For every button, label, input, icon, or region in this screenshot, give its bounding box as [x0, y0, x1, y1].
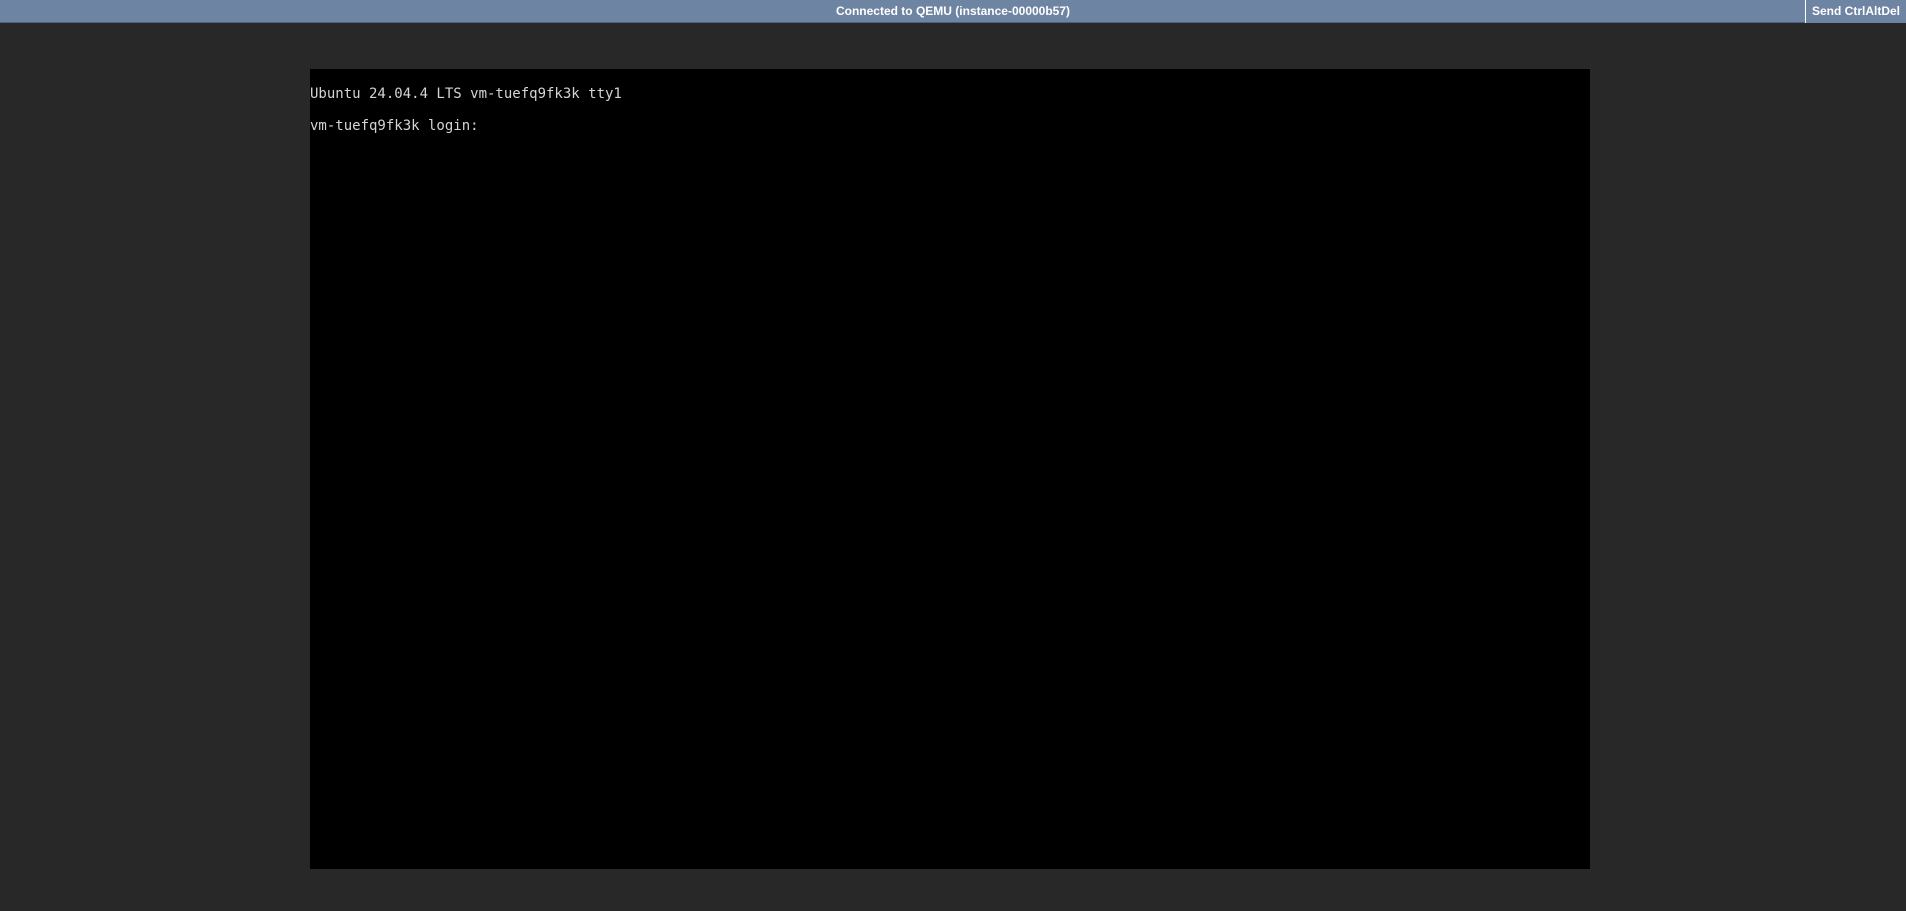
vm-console-screen[interactable]: Ubuntu 24.04.4 LTS vm-tuefq9fk3k tty1 vm… — [310, 69, 1590, 869]
send-ctrl-alt-del-button[interactable]: Send CtrlAltDel — [1804, 0, 1906, 23]
status-bar: Connected to QEMU (instance-00000b57) Se… — [0, 0, 1906, 23]
console-login-prompt: vm-tuefq9fk3k login: — [310, 118, 488, 134]
connection-status-text: Connected to QEMU (instance-00000b57) — [835, 4, 1071, 18]
console-banner-line: Ubuntu 24.04.4 LTS vm-tuefq9fk3k tty1 — [310, 86, 622, 102]
